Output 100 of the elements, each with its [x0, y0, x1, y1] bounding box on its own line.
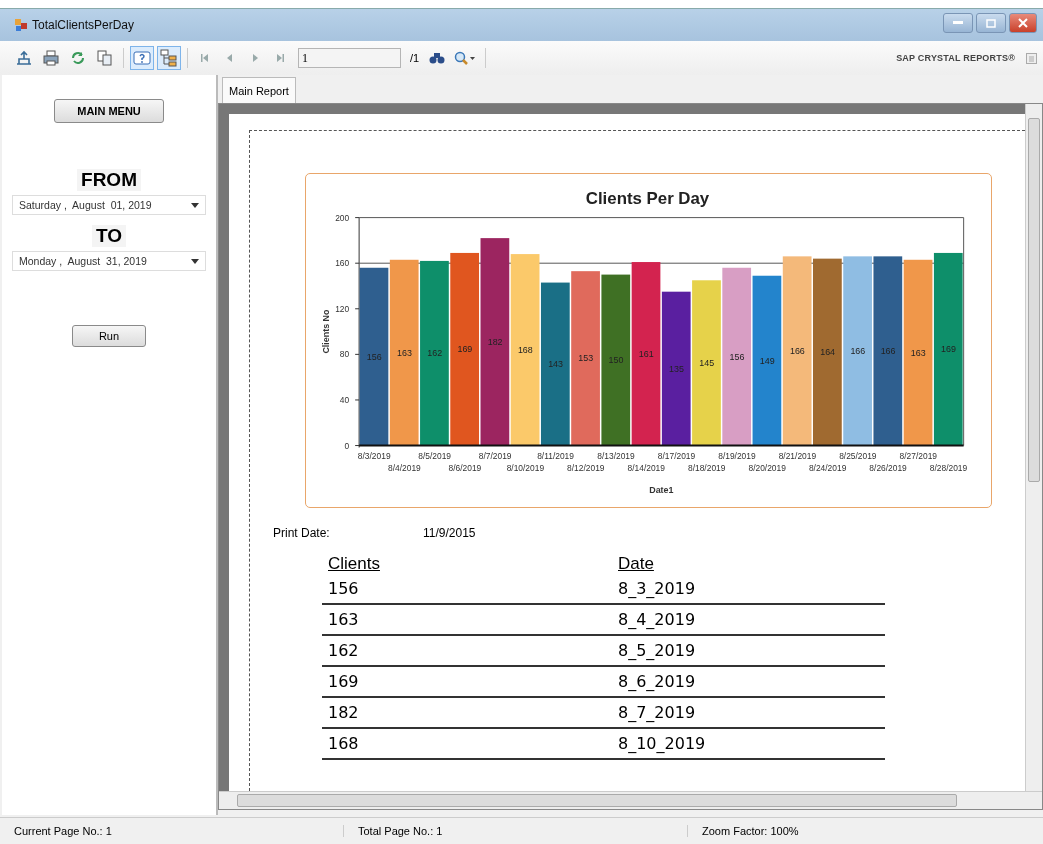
- to-date-picker[interactable]: Monday , August 31, 2019: [12, 251, 206, 271]
- page-total: /1: [410, 52, 420, 64]
- minimize-button[interactable]: [943, 13, 973, 33]
- window-title: TotalClientsPerDay: [32, 18, 135, 32]
- maximize-icon: [986, 18, 996, 28]
- table-cell-text: 163: [327, 610, 360, 629]
- x-tick-label: 8/14/2019: [627, 463, 665, 474]
- x-tick-label: 8/12/2019: [567, 463, 605, 474]
- y-tick-label: 160: [335, 258, 350, 269]
- x-tick-label: 8/26/2019: [869, 463, 907, 474]
- refresh-icon: [69, 50, 87, 66]
- run-button[interactable]: Run: [72, 325, 146, 347]
- copy-icon: [96, 50, 114, 66]
- x-tick-label: 8/19/2019: [718, 451, 756, 462]
- x-tick-label: 8/24/2019: [808, 463, 847, 474]
- close-button[interactable]: [1009, 13, 1037, 33]
- bar-value-label: 143: [548, 359, 563, 370]
- bar-value-label: 163: [397, 347, 412, 358]
- minimize-icon: [953, 21, 963, 25]
- bar-value-label: 135: [669, 363, 684, 374]
- tree-icon: [160, 49, 178, 67]
- report-tab[interactable]: Main Report: [222, 77, 296, 103]
- status-text: Current Page No.: 1: [0, 825, 344, 837]
- main-menu-button[interactable]: MAIN MENU: [54, 99, 164, 123]
- table-cell: 8_7_2019: [618, 703, 696, 722]
- table-cell: 8_6_2019: [618, 672, 696, 691]
- status-text: Total Page No.: 1: [344, 825, 688, 837]
- help-button[interactable]: [130, 46, 154, 70]
- x-tick-label: 8/7/2019: [478, 451, 512, 462]
- from-date-picker[interactable]: Saturday , August 01, 2019: [12, 195, 206, 215]
- y-tick-label: 40: [339, 394, 350, 405]
- bar-value-label: 168: [517, 344, 533, 355]
- bar-value-label: 182: [487, 336, 503, 347]
- horizontal-scrollbar[interactable]: [219, 791, 1042, 809]
- maximize-button[interactable]: [976, 13, 1006, 33]
- table-cell: 8_3_2019: [618, 579, 696, 598]
- caret-icon: [191, 202, 199, 208]
- export-icon: [15, 50, 33, 66]
- table-cell-text: 156: [327, 579, 360, 598]
- chart-title: Clients Per Day: [585, 188, 710, 208]
- table-cell-text: 182: [327, 703, 360, 722]
- x-tick-label: 8/27/2019: [899, 451, 937, 462]
- bar-value-label: 156: [366, 351, 382, 362]
- x-tick-label: 8/21/2019: [778, 451, 817, 462]
- bar-value-label: 162: [427, 348, 443, 359]
- table-cell-text: 169: [327, 672, 360, 691]
- bar-value-label: 150: [608, 355, 624, 366]
- y-tick-label: 0: [344, 440, 350, 451]
- bar-value-label: 161: [638, 348, 654, 359]
- bar-value-label: 145: [699, 357, 715, 368]
- previous-page-icon: [226, 53, 234, 63]
- y-tick-label: 200: [335, 212, 350, 223]
- bar-value-label: 149: [759, 355, 775, 366]
- bar-value-label: 156: [729, 351, 745, 362]
- first-page-icon: [201, 53, 209, 63]
- column-header: Date: [618, 554, 654, 574]
- close-icon: [1018, 18, 1028, 28]
- print-date-value: 11/9/2015: [423, 526, 476, 540]
- page-number-field[interactable]: 1: [298, 48, 401, 68]
- bar-value-label: 169: [457, 344, 473, 355]
- x-tick-label: 8/20/2019: [748, 463, 786, 474]
- print-date-label: Print Date:: [273, 526, 331, 540]
- bar-value-label: 166: [880, 345, 896, 356]
- vertical-scrollbar[interactable]: [1025, 104, 1042, 791]
- bar-value-label: 169: [941, 344, 956, 355]
- binoculars-icon: [429, 51, 446, 65]
- bar-value-label: 166: [789, 345, 805, 356]
- last-page-icon: [276, 53, 284, 63]
- app-icon: [14, 18, 28, 32]
- table-cell: 8_10_2019: [618, 734, 706, 753]
- bar-value-label: 166: [850, 345, 866, 356]
- bar-value-label: 153: [578, 353, 594, 364]
- to-label: TO: [91, 225, 126, 247]
- x-tick-label: 8/17/2019: [657, 451, 696, 462]
- column-header: Clients: [327, 554, 381, 574]
- x-tick-label: 8/6/2019: [448, 463, 482, 474]
- y-tick-label: 80: [339, 349, 350, 360]
- x-tick-label: 8/25/2019: [839, 451, 877, 462]
- y-tick-label: 120: [335, 303, 350, 314]
- x-axis-title: Date1: [649, 485, 674, 496]
- bar-value-label: 164: [820, 347, 836, 358]
- zoom-icon: [454, 51, 477, 65]
- x-tick-label: 8/4/2019: [388, 463, 421, 474]
- from-label: FROM: [77, 169, 141, 191]
- table-cell-text: 162: [327, 641, 360, 660]
- x-tick-label: 8/13/2019: [597, 451, 635, 462]
- help-icon: [133, 50, 151, 66]
- x-tick-label: 8/10/2019: [506, 463, 545, 474]
- x-tick-label: 8/18/2019: [688, 463, 726, 474]
- x-tick-label: 8/3/2019: [357, 451, 391, 462]
- x-tick-label: 8/28/2019: [929, 463, 968, 474]
- status-text: Zoom Factor: 100%: [701, 825, 799, 837]
- group-tree-button[interactable]: [157, 46, 181, 70]
- panel-icon[interactable]: [1026, 52, 1037, 64]
- next-page-icon: [251, 53, 259, 63]
- x-tick-label: 8/11/2019: [537, 451, 574, 462]
- caret-icon: [191, 258, 199, 264]
- table-cell-text: 168: [327, 734, 360, 753]
- x-tick-label: 8/5/2019: [418, 451, 452, 462]
- printer-icon: [42, 50, 60, 66]
